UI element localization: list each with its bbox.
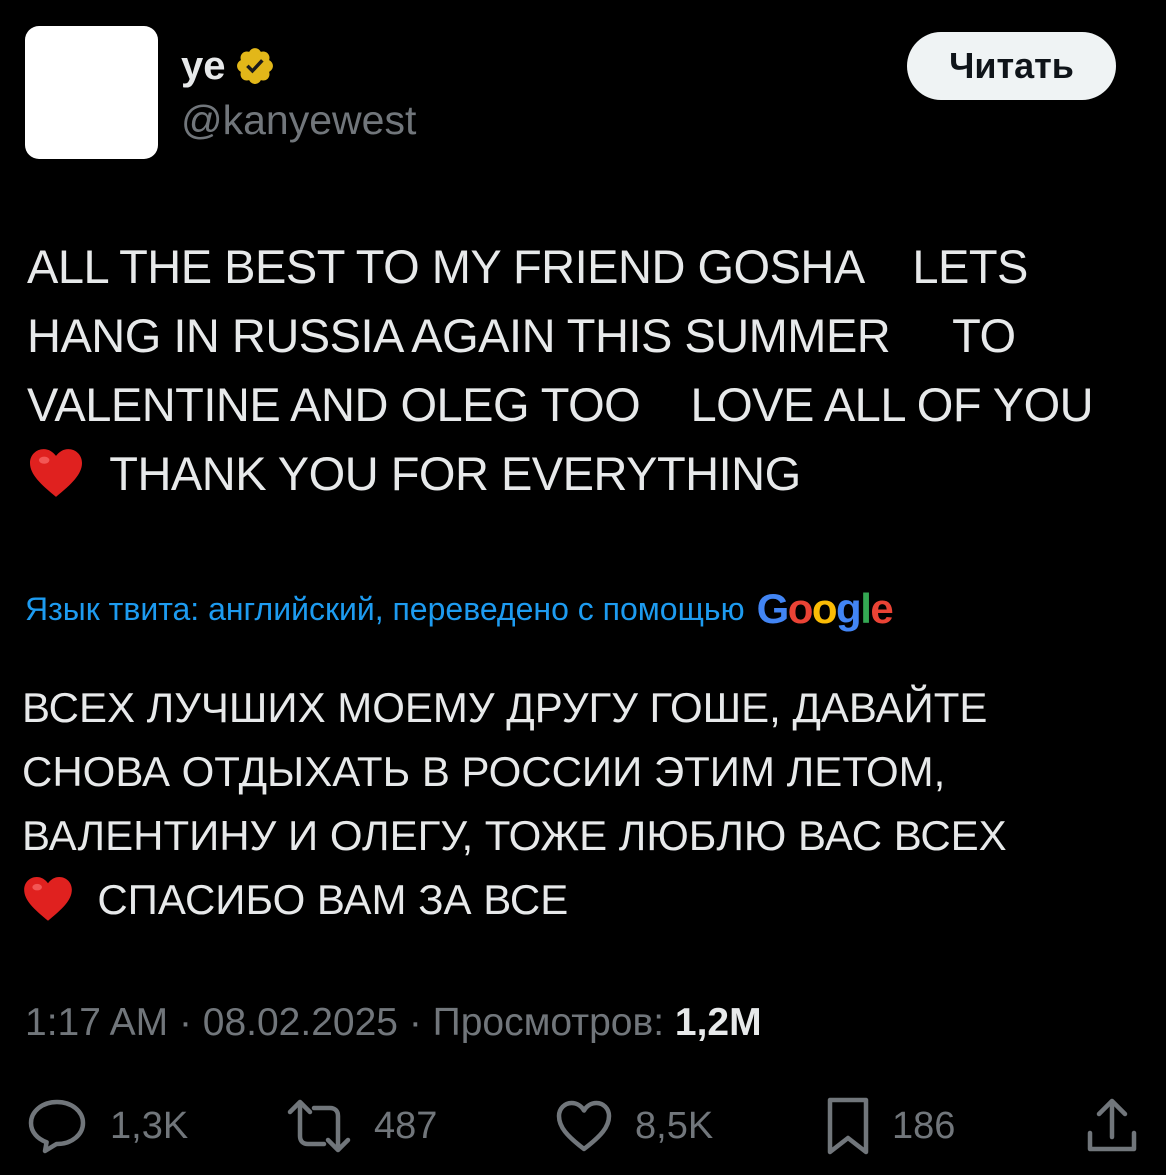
reply-button[interactable]: 1,3K: [26, 1092, 188, 1160]
avatar[interactable]: [25, 26, 158, 159]
translation-notice-text[interactable]: Язык твита: английский, переведено с пом…: [25, 591, 745, 628]
heart-outline-icon: [556, 1100, 612, 1152]
share-button[interactable]: [1085, 1092, 1139, 1160]
follow-button[interactable]: Читать: [907, 32, 1116, 100]
bookmark-button[interactable]: 186: [826, 1092, 955, 1160]
repost-icon: [287, 1099, 351, 1153]
author-name-row: ye: [181, 42, 276, 90]
red-heart-icon: [30, 449, 82, 497]
tweet-meta: 1:17 AM · 08.02.2025 · Просмотров: 1,2M: [25, 998, 762, 1048]
repost-count: 487: [374, 1104, 438, 1147]
translated-line: СНОВА ОТДЫХАТЬ В РОССИИ ЭТИМ ЛЕТОМ,: [22, 748, 946, 795]
tweet-line: ALL THE BEST TO MY FRIEND GOSHA LETS: [27, 240, 1028, 293]
translated-text: ВСЕХ ЛУЧШИХ МОЕМУ ДРУГУ ГОШЕ, ДАВАЙТЕ СН…: [22, 676, 1142, 932]
author-display-name[interactable]: ye: [181, 42, 226, 90]
tweet-line: HANG IN RUSSIA AGAIN THIS SUMMER TO: [27, 309, 1016, 362]
meta-separator: ·: [178, 1001, 192, 1044]
tweet-date[interactable]: 08.02.2025: [203, 1001, 398, 1044]
tweet-time[interactable]: 1:17 AM: [25, 1001, 168, 1044]
like-button[interactable]: 8,5K: [555, 1092, 713, 1160]
verified-badge-icon[interactable]: [234, 45, 276, 87]
bookmark-count: 186: [892, 1104, 956, 1147]
repost-button[interactable]: 487: [286, 1092, 437, 1160]
action-bar: 1,3K 487 8,5K 186: [0, 1092, 1166, 1160]
translated-line: ВСЕХ ЛУЧШИХ МОЕМУ ДРУГУ ГОШЕ, ДАВАЙТЕ: [22, 684, 988, 731]
reply-count: 1,3K: [110, 1104, 189, 1147]
translated-line: ВАЛЕНТИНУ И ОЛЕГУ, ТОЖЕ ЛЮБЛЮ ВАС ВСЕХ: [22, 812, 1007, 859]
google-logo: Google: [756, 585, 894, 632]
like-count: 8,5K: [635, 1104, 714, 1147]
translated-line: СПАСИБО ВАМ ЗА ВСЕ: [97, 876, 569, 923]
views-count[interactable]: 1,2M: [675, 1001, 762, 1044]
tweet-line: VALENTINE AND OLEG TOO LOVE ALL OF YOU: [27, 378, 1094, 431]
reply-icon: [28, 1099, 86, 1154]
tweet-text: ALL THE BEST TO MY FRIEND GOSHA LETS HAN…: [27, 232, 1147, 508]
views-label: Просмотров:: [432, 1001, 665, 1044]
tweet-line: THANK YOU FOR EVERYTHING: [109, 447, 801, 500]
meta-separator: ·: [408, 1001, 422, 1044]
bookmark-icon: [827, 1097, 869, 1155]
share-icon: [1087, 1098, 1137, 1152]
translation-notice[interactable]: Язык твита: английский, переведено с пом…: [25, 585, 894, 632]
red-heart-icon: [24, 876, 72, 921]
author-handle[interactable]: @kanyewest: [181, 96, 416, 144]
